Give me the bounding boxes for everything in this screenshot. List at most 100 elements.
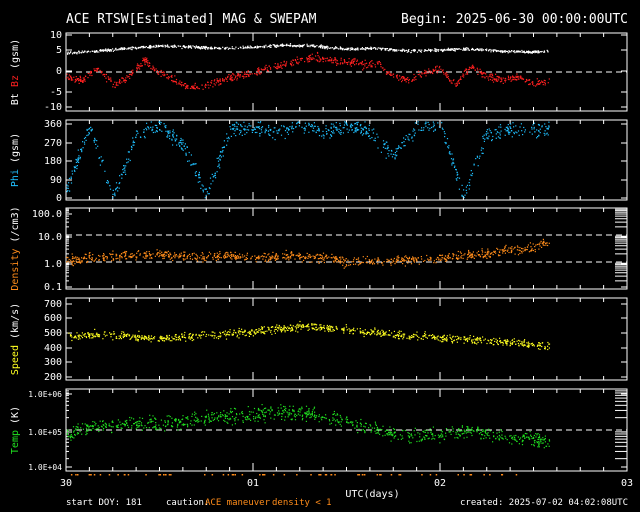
data-point bbox=[411, 80, 413, 82]
data-point bbox=[244, 335, 246, 337]
data-point bbox=[376, 334, 378, 336]
data-point bbox=[312, 324, 314, 326]
data-point bbox=[223, 79, 225, 81]
data-point bbox=[98, 51, 100, 53]
data-point bbox=[144, 137, 146, 139]
data-point bbox=[264, 132, 266, 134]
data-point bbox=[313, 406, 316, 408]
data-point bbox=[160, 69, 162, 72]
data-point bbox=[274, 63, 276, 65]
data-point bbox=[164, 44, 166, 46]
data-point bbox=[336, 64, 338, 66]
data-point bbox=[365, 132, 367, 134]
data-point bbox=[485, 133, 487, 135]
data-point bbox=[339, 63, 341, 65]
data-point bbox=[189, 258, 191, 260]
data-point bbox=[371, 60, 373, 62]
data-point bbox=[258, 328, 260, 330]
data-point bbox=[285, 62, 287, 64]
data-point bbox=[513, 131, 515, 134]
data-point bbox=[509, 127, 511, 129]
data-point bbox=[403, 260, 405, 262]
data-point bbox=[285, 327, 287, 330]
data-point bbox=[317, 55, 319, 57]
data-point bbox=[216, 171, 218, 173]
data-point bbox=[212, 331, 214, 333]
data-point bbox=[332, 260, 335, 262]
data-point bbox=[183, 85, 185, 87]
data-point bbox=[131, 73, 133, 75]
data-point bbox=[265, 128, 267, 130]
data-point bbox=[348, 58, 350, 60]
data-point bbox=[501, 50, 504, 53]
data-point bbox=[445, 75, 447, 77]
data-point bbox=[439, 260, 441, 262]
data-point bbox=[84, 335, 86, 337]
data-point bbox=[468, 252, 470, 254]
data-point bbox=[119, 82, 121, 84]
data-point bbox=[343, 267, 345, 269]
data-point bbox=[294, 59, 296, 61]
data-point bbox=[147, 64, 149, 66]
data-point bbox=[300, 58, 302, 60]
data-point bbox=[309, 60, 311, 63]
data-point bbox=[496, 50, 498, 52]
data-point bbox=[537, 83, 540, 85]
data-point bbox=[506, 128, 509, 130]
data-point bbox=[480, 340, 482, 342]
data-point bbox=[418, 70, 420, 72]
data-point bbox=[200, 254, 202, 257]
data-point bbox=[539, 242, 541, 244]
data-point bbox=[213, 80, 215, 82]
data-point bbox=[310, 58, 312, 60]
data-point bbox=[171, 76, 173, 78]
data-point bbox=[244, 73, 246, 75]
data-point bbox=[287, 326, 289, 328]
data-point bbox=[222, 80, 224, 82]
data-point bbox=[309, 46, 311, 48]
data-point bbox=[168, 256, 170, 258]
data-point bbox=[72, 256, 74, 258]
y-tick-label: -5 bbox=[50, 87, 62, 98]
data-point bbox=[97, 145, 99, 147]
data-point bbox=[376, 260, 379, 262]
data-point bbox=[444, 141, 446, 144]
data-point bbox=[123, 168, 125, 170]
data-point bbox=[173, 255, 175, 257]
data-point bbox=[481, 76, 483, 78]
data-point bbox=[384, 332, 386, 334]
data-point bbox=[240, 47, 242, 49]
data-point bbox=[407, 136, 409, 138]
data-point bbox=[406, 256, 408, 259]
data-point bbox=[118, 338, 120, 340]
data-point bbox=[158, 121, 160, 123]
data-point bbox=[480, 70, 482, 72]
data-point bbox=[457, 250, 459, 253]
data-point bbox=[158, 340, 160, 342]
data-point bbox=[114, 48, 117, 50]
data-point bbox=[520, 76, 522, 78]
data-point bbox=[266, 69, 268, 71]
data-point bbox=[405, 81, 407, 83]
data-point bbox=[394, 263, 396, 265]
data-point bbox=[205, 259, 207, 262]
data-point bbox=[131, 336, 133, 338]
data-point bbox=[124, 169, 126, 171]
data-point bbox=[457, 258, 459, 260]
data-point bbox=[508, 129, 510, 131]
data-point bbox=[477, 254, 479, 256]
data-point bbox=[112, 250, 114, 252]
data-point bbox=[510, 51, 512, 53]
data-point bbox=[479, 48, 481, 50]
data-point bbox=[123, 252, 125, 254]
data-point bbox=[414, 257, 417, 259]
data-point bbox=[521, 342, 523, 344]
data-point bbox=[213, 337, 215, 339]
data-point bbox=[143, 129, 145, 131]
data-point bbox=[216, 78, 218, 80]
data-point bbox=[320, 257, 323, 260]
data-point bbox=[469, 67, 471, 69]
data-point bbox=[242, 331, 244, 334]
data-point bbox=[214, 84, 216, 86]
data-point bbox=[444, 260, 447, 262]
